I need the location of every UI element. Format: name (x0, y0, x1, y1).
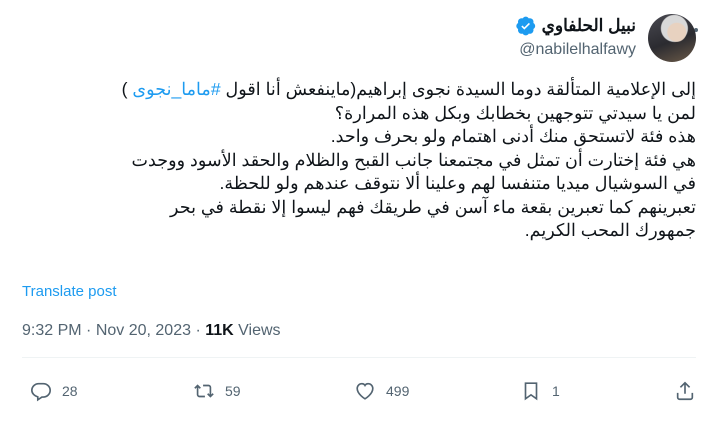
reply-icon (31, 382, 51, 402)
tweet-text: إلى الإعلامية المتألقة دوما السيدة نجوى … (16, 78, 696, 243)
verified-icon (515, 16, 535, 36)
tweet-line: هذه فئة لاتستحق منك أدنى اهتمام ولو بحرف… (330, 126, 696, 146)
author-name-row: نبيل الحلفاوي (515, 16, 636, 36)
bookmark-button[interactable]: 1 (520, 380, 560, 402)
tweet-line: جمهورك المحب الكريم. (524, 220, 696, 240)
author-name[interactable]: نبيل الحلفاوي (542, 16, 636, 36)
tweet-time[interactable]: 9:32 PM (22, 322, 82, 339)
like-count: 499 (386, 383, 410, 399)
like-button[interactable]: 499 (354, 380, 409, 402)
translate-post-link[interactable]: Translate post (22, 283, 117, 300)
divider (22, 357, 696, 358)
repost-icon (194, 384, 214, 398)
tweet-meta: 9:32 PM · Nov 20, 2023 · 11K Views (22, 322, 281, 339)
views-count: 11K (205, 322, 234, 339)
tweet-line: إلى الإعلامية المتألقة دوما السيدة نجوى … (121, 79, 696, 99)
bookmark-count: 1 (552, 383, 560, 399)
bookmark-icon (524, 382, 538, 401)
views-label: Views (233, 322, 281, 339)
share-button[interactable] (674, 380, 696, 402)
hashtag-link[interactable]: #ماما_نجوى (132, 79, 220, 99)
tweet-header: نبيل الحلفاوي @nabilelhalfawy (0, 8, 710, 64)
share-icon (676, 381, 694, 401)
tweet-line: هي فئة إختارت أن تمثل في مجتمعنا جانب ال… (131, 149, 696, 170)
tweet-date[interactable]: Nov 20, 2023 (96, 322, 191, 339)
action-bar: 28 59 499 1 (0, 380, 710, 410)
tweet-line: تعبرينهم كما تعبرين بقعة ماء آسن في طريق… (170, 196, 696, 217)
tweet-line: لمن يا سيدتي تتوجهين بخطابك وبكل هذه الم… (334, 102, 696, 123)
author-handle[interactable]: @nabilelhalfawy (519, 41, 636, 59)
reply-count: 28 (62, 383, 78, 399)
avatar[interactable] (648, 14, 696, 62)
repost-count: 59 (225, 383, 241, 399)
tweet-line: في السوشيال ميديا متنفسا لهم وعلينا ألا … (219, 173, 697, 193)
reply-button[interactable]: 28 (30, 380, 78, 402)
like-icon (356, 382, 374, 400)
repost-button[interactable]: 59 (193, 380, 241, 402)
